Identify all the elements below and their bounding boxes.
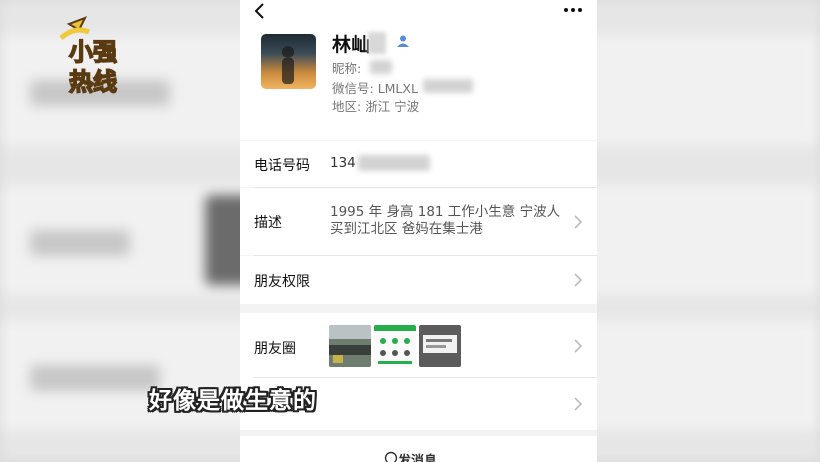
divider [254, 377, 597, 378]
bg-text [30, 365, 160, 391]
description-line-1: 1995 年 身高 181 工作小生意 宁波人 [330, 204, 561, 220]
moments-thumbnail[interactable] [374, 325, 416, 367]
phone-redaction [358, 155, 430, 171]
chevron-right-icon [574, 339, 583, 353]
bg-text [30, 230, 130, 256]
nickname-label: 昵称: [332, 61, 362, 76]
chevron-right-icon [574, 273, 583, 287]
moments-thumbnail[interactable] [419, 325, 461, 367]
send-message-label: 发消息 [398, 454, 438, 462]
more-options-icon[interactable] [561, 2, 585, 18]
back-arrow-icon[interactable] [250, 0, 270, 24]
message-icon [384, 451, 398, 462]
chevron-right-icon [574, 215, 583, 229]
video-subtitle: 好像是做生意的 [149, 388, 317, 414]
friend-permission-label: 朋友权限 [254, 274, 310, 290]
description-label: 描述 [254, 215, 282, 231]
region-value: 浙江 宁波 [365, 99, 420, 114]
contact-name: 林屾 [332, 34, 371, 56]
wechat-id-label: 微信号: LMLXL [332, 81, 418, 96]
chevron-right-icon [574, 397, 583, 411]
region-label: 地区: 浙江 宁波 [332, 99, 420, 114]
friend-permission-row[interactable]: 朋友权限 [240, 256, 597, 304]
wechat-id-redaction [423, 79, 473, 93]
svg-text:小强: 小强 [69, 38, 117, 66]
name-redaction [368, 32, 386, 54]
send-message-button[interactable]: 发消息 [240, 436, 597, 462]
description-row[interactable]: 描述 1995 年 身高 181 工作小生意 宁波人 买到江北区 爸妈在集士港 [240, 188, 597, 255]
phone-number-row[interactable]: 电话号码 134 [240, 141, 597, 187]
phone-number-value[interactable]: 134 [330, 155, 356, 172]
moments-label: 朋友圈 [254, 341, 296, 357]
show-logo: 小强 热线 [55, 16, 150, 98]
nickname-redaction [370, 60, 392, 74]
avatar[interactable] [261, 34, 316, 89]
description-line-2: 买到江北区 爸妈在集士港 [330, 221, 483, 237]
wechat-id-value: LMLXL [377, 81, 418, 96]
svg-text:热线: 热线 [69, 68, 117, 96]
contact-type-icon [397, 35, 409, 47]
top-bar [240, 0, 597, 28]
moments-thumbnail[interactable] [329, 325, 371, 367]
phone-number-label: 电话号码 [254, 158, 310, 174]
